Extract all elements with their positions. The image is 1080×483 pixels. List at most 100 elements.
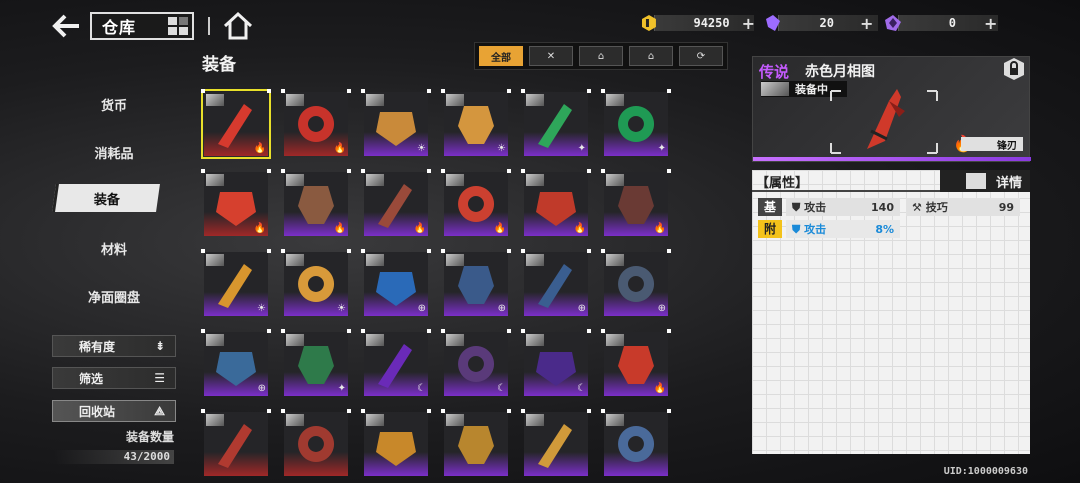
- sidebar-item-materials[interactable]: 材料: [52, 234, 176, 262]
- character-portrait: [446, 334, 464, 346]
- equipment-slot[interactable]: 🔥: [281, 169, 351, 236]
- add-gold-button[interactable]: +: [742, 14, 755, 33]
- equipment-slot[interactable]: ⊕: [201, 329, 271, 396]
- sidebar-item-equipment[interactable]: 装备: [52, 184, 160, 212]
- sidebar-item-consumables[interactable]: 消耗品: [52, 138, 176, 166]
- attributes-header: 【属性】 详情: [752, 170, 1030, 192]
- currency-dark-crystal: 0 +: [884, 13, 999, 33]
- character-portrait: [606, 94, 624, 106]
- equipment-slot[interactable]: ☀: [361, 89, 431, 156]
- filter-label: 筛选: [79, 371, 104, 386]
- character-portrait: [286, 94, 304, 106]
- equipment-slot[interactable]: 🔥: [521, 169, 591, 236]
- character-portrait: [286, 254, 304, 266]
- equipment-slot[interactable]: [441, 409, 511, 476]
- equipment-slot[interactable]: 🔥: [201, 89, 271, 159]
- equipment-shape: [298, 346, 334, 384]
- equipment-slot[interactable]: ⊕: [601, 249, 671, 316]
- equipment-slot[interactable]: ☀: [201, 249, 271, 316]
- equipment-slot[interactable]: ☀: [281, 249, 351, 316]
- equipment-slot[interactable]: [361, 409, 431, 476]
- item-name: 赤色月相图: [805, 64, 875, 80]
- character-portrait: [526, 254, 544, 266]
- sub-stats-row: 附 ⛊ 攻击 8%: [758, 220, 1020, 238]
- equipment-slot[interactable]: ✦: [601, 89, 671, 156]
- character-portrait: [606, 334, 624, 346]
- equipment-shape: [618, 266, 655, 302]
- character-portrait: [286, 414, 304, 426]
- equipment-slot[interactable]: 🔥: [601, 169, 671, 236]
- element-badge-icon: 🔥: [333, 143, 346, 154]
- purple-crystal-icon: [766, 15, 780, 31]
- element-badge-icon: ⊕: [577, 303, 586, 314]
- base-stats-row: 基 ⛊ 攻击 140 ⚒ 技巧 99: [758, 198, 1020, 216]
- filter-button[interactable]: 筛选 ☰: [52, 367, 176, 389]
- lock-icon[interactable]: [1003, 57, 1025, 81]
- equipment-slot[interactable]: 🔥: [201, 169, 271, 236]
- equipment-shape: [378, 344, 412, 388]
- back-button[interactable]: [50, 10, 82, 42]
- details-label: 详情: [995, 175, 1022, 191]
- equipment-slot[interactable]: ⊕: [361, 249, 431, 316]
- element-badge-icon: 🔥: [413, 223, 426, 234]
- equipment-shape: [618, 106, 655, 142]
- home-button[interactable]: [222, 10, 254, 42]
- title-deco-icon: [168, 17, 188, 35]
- equipment-slot[interactable]: [521, 409, 591, 476]
- filter-tab-accessory-icon[interactable]: ⌂: [629, 46, 673, 66]
- character-portrait: [206, 94, 224, 106]
- equipment-slot[interactable]: ⊕: [441, 249, 511, 316]
- sidebar-item-disk[interactable]: 净面圈盘: [52, 282, 176, 310]
- equipment-slot[interactable]: [601, 409, 671, 476]
- equipment-slot[interactable]: [201, 409, 271, 476]
- character-portrait: [526, 414, 544, 426]
- character-portrait: [366, 414, 384, 426]
- currency-value: 94250: [693, 16, 730, 30]
- equipment-slot[interactable]: 🔥: [281, 89, 351, 156]
- details-button[interactable]: 详情: [940, 170, 1030, 192]
- stat-name: 攻击: [804, 201, 827, 214]
- filter-tab-blade-icon[interactable]: ✕: [529, 46, 573, 66]
- stat-skill: ⚒ 技巧 99: [906, 198, 1020, 216]
- equipment-shape: [218, 264, 252, 308]
- character-portrait: [761, 82, 789, 96]
- equipment-shape: [618, 186, 654, 224]
- element-badge-icon: 🔥: [253, 223, 266, 234]
- equipment-slot[interactable]: ☾: [441, 329, 511, 396]
- equipment-shape: [218, 424, 252, 468]
- element-badge-icon: 🔥: [653, 383, 666, 394]
- element-badge-icon: ☀: [257, 303, 266, 314]
- equipment-slot[interactable]: ✦: [521, 89, 591, 156]
- equipment-shape: [378, 184, 412, 228]
- equipment-slot[interactable]: ✦: [281, 329, 351, 396]
- equipment-slot[interactable]: [281, 409, 351, 476]
- filter-tab-armor-icon[interactable]: ⌂: [579, 46, 623, 66]
- sort-rarity-button[interactable]: 稀有度 ⇟: [52, 335, 176, 357]
- character-portrait: [366, 174, 384, 186]
- equipment-slot[interactable]: 🔥: [441, 169, 511, 236]
- filter-tab-ring-icon[interactable]: ⟳: [679, 46, 723, 66]
- character-portrait: [206, 334, 224, 346]
- equipment-slot[interactable]: ☾: [361, 329, 431, 396]
- add-dark-crystal-button[interactable]: +: [984, 14, 997, 33]
- equipment-count-label: 装备数量: [125, 430, 174, 444]
- character-portrait: [606, 414, 624, 426]
- equipment-slot[interactable]: ☾: [521, 329, 591, 396]
- attack-icon: ⛊: [792, 201, 801, 214]
- recycle-bin-button[interactable]: 回收站 ⟁: [52, 400, 176, 422]
- equipment-slot[interactable]: 🔥: [601, 329, 671, 396]
- element-badge-icon: ☀: [417, 143, 426, 154]
- equipment-slot[interactable]: ⊕: [521, 249, 591, 316]
- equipment-slot[interactable]: 🔥: [361, 169, 431, 236]
- filter-tab-all[interactable]: 全部: [479, 46, 523, 66]
- dark-crystal-icon: [885, 15, 901, 31]
- equipment-slot[interactable]: ☀: [441, 89, 511, 156]
- skill-icon: ⚒: [912, 201, 922, 214]
- character-portrait: [446, 414, 464, 426]
- element-badge-icon: ✦: [657, 143, 666, 154]
- element-badge-icon: ☾: [417, 383, 426, 394]
- add-crystal-button[interactable]: +: [860, 14, 873, 33]
- sidebar-item-currency[interactable]: 货币: [52, 90, 176, 118]
- equipment-shape: [376, 272, 416, 306]
- stat-value: 8%: [875, 222, 894, 236]
